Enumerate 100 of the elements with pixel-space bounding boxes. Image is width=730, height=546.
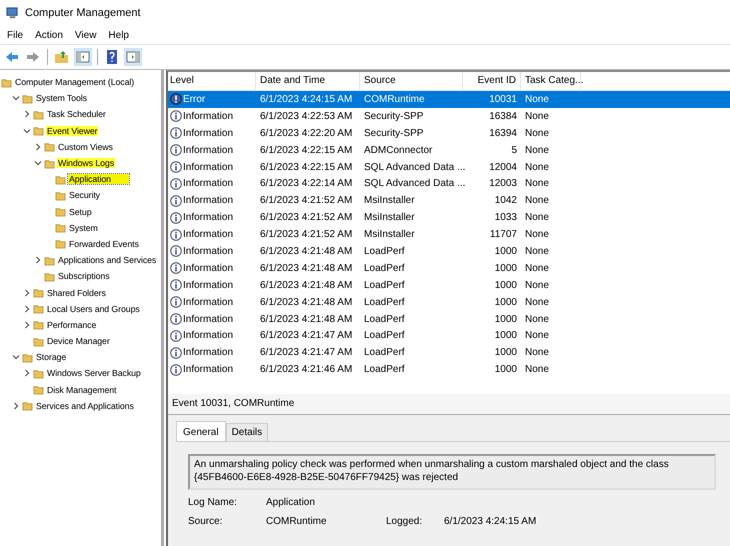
tree-item[interactable]: Subscriptions [57, 271, 111, 282]
collapse-chevron-icon[interactable] [34, 159, 42, 168]
tree-item[interactable]: Local Users and Groups [46, 304, 141, 314]
level-text: Information [183, 195, 234, 206]
tree-item[interactable]: Task Scheduler [46, 109, 107, 120]
collapse-chevron-icon[interactable] [23, 126, 31, 135]
column-header[interactable]: Date and Time [256, 72, 360, 90]
event-row[interactable]: Information 6/1/2023 4:21:48 AM LoadPerf 1000 None [168, 260, 730, 277]
tree-item[interactable]: System Tools [35, 93, 88, 104]
event-row[interactable]: Information 6/1/2023 4:21:47 AM LoadPerf 1000 None [168, 344, 730, 362]
expand-chevron-icon[interactable] [23, 110, 31, 118]
expand-chevron-icon[interactable] [23, 320, 31, 329]
event-row[interactable]: Information 6/1/2023 4:21:52 AM MsiInstaller 1042 None [168, 192, 730, 210]
level-text: Information [183, 347, 234, 358]
tree-item[interactable]: Windows Server Backup [46, 368, 142, 378]
expand-chevron-icon[interactable] [12, 402, 20, 410]
date-cell-text: 6/1/2023 4:21:52 AM [259, 212, 354, 224]
date-cell-text: 6/1/2023 4:21:48 AM [259, 296, 354, 308]
tree-item[interactable]: Services and Applications [35, 400, 135, 411]
menu-item[interactable]: File [7, 30, 24, 40]
folder-icon [33, 319, 44, 330]
event-row[interactable]: Information 6/1/2023 4:21:48 AM LoadPerf 1000 None [168, 276, 730, 294]
expand-chevron-icon[interactable] [23, 288, 31, 297]
event-id-cell-text: 1000 [494, 280, 518, 291]
event-row[interactable]: Information 6/1/2023 4:22:14 AM SQL Advanced Data ... 12003 None [168, 175, 730, 192]
info-icon [170, 262, 182, 274]
source-cell-text: SQL Advanced Data ... [363, 178, 463, 190]
level-text: Information [183, 178, 234, 190]
event-row[interactable]: Information 6/1/2023 4:22:15 AM ADMConnector 5 None [168, 142, 730, 159]
tree-item[interactable]: Performance [46, 320, 98, 330]
folder-icon [33, 108, 44, 120]
column-header[interactable]: Event ID [463, 72, 521, 90]
event-id-cell-text: 16394 [488, 128, 518, 139]
info-icon [170, 296, 182, 308]
tree-item[interactable]: Computer Management (Local) [14, 77, 136, 88]
date-cell-text: 6/1/2023 4:21:48 AM [259, 280, 354, 291]
tree-item[interactable]: Security [68, 190, 101, 200]
info-icon [170, 279, 182, 292]
tree-item[interactable]: Windows Logs [57, 158, 116, 168]
tree-item[interactable]: Shared Folders [46, 288, 107, 298]
computer-icon [6, 6, 19, 20]
column-header[interactable]: Source [360, 72, 463, 90]
event-id-cell-text: 1000 [494, 246, 518, 257]
expand-chevron-icon[interactable] [23, 369, 31, 378]
info-icon [170, 245, 182, 258]
tree-item[interactable]: Setup [68, 206, 92, 217]
tree-item[interactable]: Applications and Services [57, 255, 158, 266]
menu-item[interactable]: View [74, 30, 96, 40]
expand-chevron-icon[interactable] [34, 256, 42, 264]
folder-icon [55, 222, 66, 234]
event-row[interactable]: Information 6/1/2023 4:22:15 AM SQL Advanced Data ... 12004 None [168, 158, 730, 176]
column-header[interactable]: Level [168, 72, 256, 90]
source-cell-text: LoadPerf [363, 364, 406, 376]
console-tree-icon[interactable] [74, 48, 92, 66]
event-row[interactable]: Information 6/1/2023 4:21:52 AM MsiInstaller 1033 None [168, 209, 730, 226]
event-row[interactable]: Information 6/1/2023 4:21:48 AM LoadPerf 1000 None [168, 310, 730, 328]
tree-item[interactable]: Event Viewer [46, 126, 98, 136]
expand-chevron-icon[interactable] [34, 142, 42, 151]
event-row[interactable]: Error 6/1/2023 4:24:15 AM COMRuntime 10031 None [168, 91, 730, 108]
event-row[interactable]: Information 6/1/2023 4:21:48 AM LoadPerf 1000 None [168, 243, 730, 260]
column-header[interactable]: Task Categ... [521, 72, 581, 90]
event-row[interactable]: Information 6/1/2023 4:22:20 AM Security-SPP 16394 None [168, 124, 730, 142]
event-row[interactable]: Information 6/1/2023 4:21:47 AM LoadPerf 1000 None [168, 327, 730, 344]
field-value: 6/1/2023 4:24:15 AM [444, 516, 538, 527]
folder-icon [33, 125, 44, 136]
tree-item[interactable]: Device Manager [46, 336, 111, 346]
source-cell-text: MsiInstaller [363, 229, 416, 240]
date-cell-text: 6/1/2023 4:22:14 AM [259, 178, 354, 190]
tab[interactable]: Details [226, 423, 268, 441]
folder-icon [33, 287, 44, 298]
date-cell-text: 6/1/2023 4:21:47 AM [259, 330, 354, 342]
tree-item[interactable]: Storage [35, 352, 68, 362]
expand-chevron-icon[interactable] [23, 304, 31, 313]
category-cell-text: None [524, 144, 550, 156]
collapse-chevron-icon[interactable] [12, 353, 20, 362]
category-cell-text: None [524, 262, 550, 274]
tree-item[interactable]: Application [68, 174, 129, 184]
category-cell-text: None [524, 330, 550, 342]
menu-item[interactable]: Help [108, 30, 129, 40]
tree-item[interactable]: System [68, 222, 99, 233]
folder-icon [44, 270, 55, 282]
event-row[interactable]: Information 6/1/2023 4:21:52 AM MsiInstaller 11707 None [168, 226, 730, 244]
level-text: Information [183, 262, 234, 274]
collapse-chevron-icon[interactable] [12, 94, 20, 102]
level-text: Information [183, 128, 234, 139]
tree-item[interactable]: Custom Views [57, 142, 114, 152]
action-pane-icon[interactable] [124, 48, 142, 66]
event-row[interactable]: Information 6/1/2023 4:21:46 AM LoadPerf 1000 None [168, 361, 730, 378]
level-text: Information [183, 162, 234, 172]
level-text: Information [183, 110, 234, 122]
category-cell-text: None [524, 128, 550, 139]
tab[interactable]: General [176, 421, 226, 441]
menu-item[interactable]: Action [35, 30, 63, 40]
folder-up-icon[interactable] [53, 48, 71, 66]
source-cell-text: MsiInstaller [363, 195, 416, 206]
field-value: COMRuntime [266, 516, 328, 527]
tree-item[interactable]: Disk Management [46, 384, 118, 395]
event-row[interactable]: Information 6/1/2023 4:22:53 AM Security-SPP 16384 None [168, 108, 730, 125]
event-row[interactable]: Information 6/1/2023 4:21:48 AM LoadPerf 1000 None [168, 294, 730, 311]
tree-item[interactable]: Forwarded Events [68, 238, 140, 249]
